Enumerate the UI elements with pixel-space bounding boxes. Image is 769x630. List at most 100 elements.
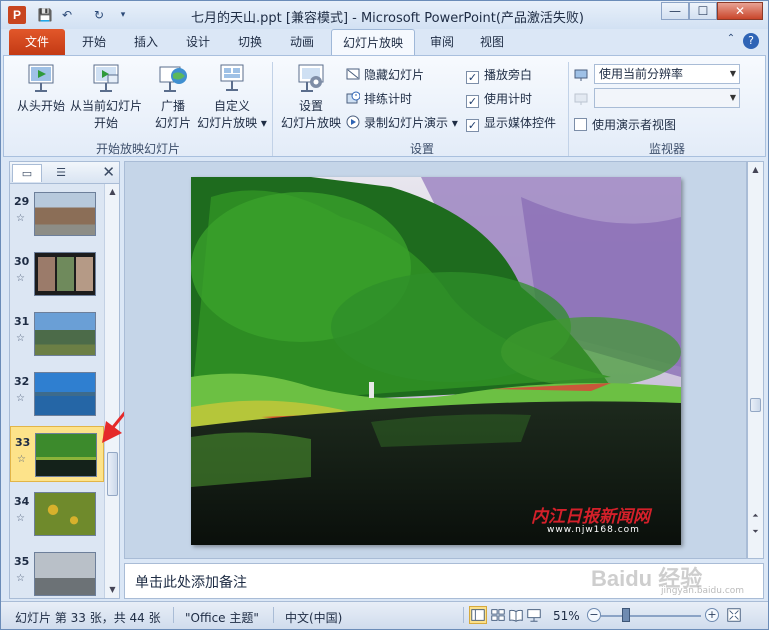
group-label-start-slideshow: 开始放映幻灯片 [95,142,180,156]
show-on-monitor-select[interactable]: ▼ [594,88,740,108]
customize-quick-access-icon[interactable]: ▾ [115,7,131,23]
use-timings-checkbox[interactable]: ✓ 使用计时 [466,90,532,108]
set-up-slide-show-icon [295,62,327,94]
transition-star-icon: ☆ [16,573,25,584]
slide-number: 31 [14,315,30,328]
ribbon-slide-show: 从头开始 从当前幻灯片 开始 广播 幻灯片 自定义 幻灯片放映 ▾ 开始放映幻灯… [3,55,766,157]
scroll-up-icon[interactable]: ▲ [105,184,120,200]
group-label-setup: 设置 [409,142,434,156]
language-status[interactable]: 中文(中国) [285,609,342,626]
help-icon[interactable]: ? [743,33,759,49]
scrollbar-thumb[interactable] [750,398,761,412]
scroll-down-icon[interactable]: ▼ [105,582,120,598]
custom-slide-show-button[interactable]: 自定义 幻灯片放映 ▾ [196,62,268,132]
presenter-view-label: 使用演示者视图 [592,118,677,132]
set-up-label-2: 幻灯片放映 [280,116,341,130]
zoom-in-icon[interactable]: + [705,608,719,622]
slide-thumbnail-35[interactable]: 35 ☆ [10,546,104,598]
close-pane-icon[interactable]: ✕ [102,163,115,181]
broadcast-icon [157,62,189,94]
from-beginning-icon [25,62,57,94]
powerpoint-app-icon[interactable]: P [8,6,26,24]
thumbnail-scrollbar[interactable]: ▲ ▼ [104,184,119,598]
show-media-controls-checkbox[interactable]: ✓ 显示媒体控件 [466,114,556,132]
zoom-slider[interactable] [601,615,701,617]
previous-slide-icon[interactable]: ⏶ [748,508,763,524]
slide-thumbnail-image [34,372,96,416]
reading-view-icon[interactable] [507,606,525,624]
tab-slide-show[interactable]: 幻灯片放映 [331,29,415,55]
from-current-slide-button[interactable]: 从当前幻灯片 开始 [68,62,144,132]
broadcast-button[interactable]: 广播 幻灯片 [148,62,198,132]
status-bar: 幻灯片 第 33 张，共 44 张 "Office 主题" 中文(中国) 51%… [1,601,768,629]
resolution-select[interactable]: 使用当前分辨率 ▼ [594,64,740,84]
tab-view[interactable]: 视图 [471,29,513,55]
slide-show-view-icon[interactable] [525,606,543,624]
rehearse-timings-button[interactable]: 排练计时 [346,90,412,107]
use-timings-label: 使用计时 [484,92,533,106]
scroll-up-icon[interactable]: ▲ [748,162,763,178]
slide-thumbnail-image [34,252,96,296]
hide-slide-label: 隐藏幻灯片 [364,68,425,82]
from-current-label-2: 开始 [93,116,118,130]
record-slide-show-button[interactable]: 录制幻灯片演示 ▾ [346,114,458,131]
slide-thumbnail-33[interactable]: 33 ☆ [10,426,104,482]
hide-slide-icon [346,67,360,81]
group-separator [568,62,569,156]
slide-thumbnail-image [34,492,96,536]
tab-insert[interactable]: 插入 [125,29,167,55]
fit-to-window-icon[interactable] [725,606,743,624]
redo-icon[interactable]: ↻ [91,7,107,23]
notes-placeholder: 单击此处添加备注 [135,575,247,591]
next-slide-icon[interactable]: ⏷ [748,524,763,540]
tab-review[interactable]: 审阅 [421,29,463,55]
hide-slide-button[interactable]: 隐藏幻灯片 [346,66,424,83]
chevron-down-icon: ▼ [729,93,736,102]
save-icon[interactable]: 💾 [37,7,53,23]
play-narrations-check-icon: ✓ [466,71,479,84]
from-beginning-button[interactable]: 从头开始 [10,62,72,115]
ribbon-tabs: 文件 开始 插入 设计 切换 动画 幻灯片放映 审阅 视图 [1,29,768,55]
tab-home[interactable]: 开始 [73,29,115,55]
close-button[interactable]: ✕ [717,2,763,20]
group-separator [272,62,273,156]
presenter-view-checkbox[interactable]: 使用演示者视图 [574,116,676,133]
collapse-ribbon-icon[interactable]: ⌃ [723,33,739,44]
play-narrations-checkbox[interactable]: ✓ 播放旁白 [466,66,532,84]
transition-star-icon: ☆ [16,513,25,524]
use-timings-check-icon: ✓ [466,95,479,108]
slide-thumbnail-29[interactable]: 29 ☆ [10,186,104,242]
slide-thumbnail-image [35,433,97,477]
monitor-icon [574,92,588,106]
slide-thumbnail-32[interactable]: 32 ☆ [10,366,104,422]
record-slide-show-label: 录制幻灯片演示 ▾ [364,116,458,130]
slide-thumbnail-30[interactable]: 30 ☆ [10,246,104,302]
set-up-slide-show-button[interactable]: 设置 幻灯片放映 [278,62,344,132]
restore-button[interactable]: ☐ [689,2,717,20]
tab-animations[interactable]: 动画 [281,29,323,55]
tab-design[interactable]: 设计 [177,29,219,55]
broadcast-label-2: 幻灯片 [154,116,191,130]
slide-thumbnail-34[interactable]: 34 ☆ [10,486,104,542]
status-separator [173,607,174,623]
tab-transitions[interactable]: 切换 [229,29,271,55]
zoom-slider-thumb[interactable] [622,608,630,622]
slide-sorter-view-icon[interactable] [489,606,507,624]
transition-star-icon: ☆ [16,273,25,284]
slide-thumbnail-31[interactable]: 31 ☆ [10,306,104,362]
slide-number: 29 [14,195,30,208]
slide-scrollbar[interactable]: ▲ ⏶ ⏷ [747,161,764,559]
current-slide[interactable]: 内江日报新闻网 www.njw168.com [191,177,681,545]
slide-number: 35 [14,555,30,568]
scrollbar-thumb[interactable] [107,452,118,496]
tab-outline[interactable]: ☰ [46,164,76,182]
minimize-button[interactable]: — [661,2,689,20]
zoom-level[interactable]: 51% [553,609,580,623]
theme-status: "Office 主题" [185,611,259,625]
normal-view-icon[interactable] [469,606,487,624]
title-bar: P 💾 ↶ ↻ ▾ 七月的天山.ppt [兼容模式] - Microsoft P… [1,1,768,29]
tab-file[interactable]: 文件 [9,29,65,55]
zoom-out-icon[interactable]: − [587,608,601,622]
tab-slides[interactable]: ▭ [12,164,42,182]
undo-icon[interactable]: ↶ [59,7,75,23]
